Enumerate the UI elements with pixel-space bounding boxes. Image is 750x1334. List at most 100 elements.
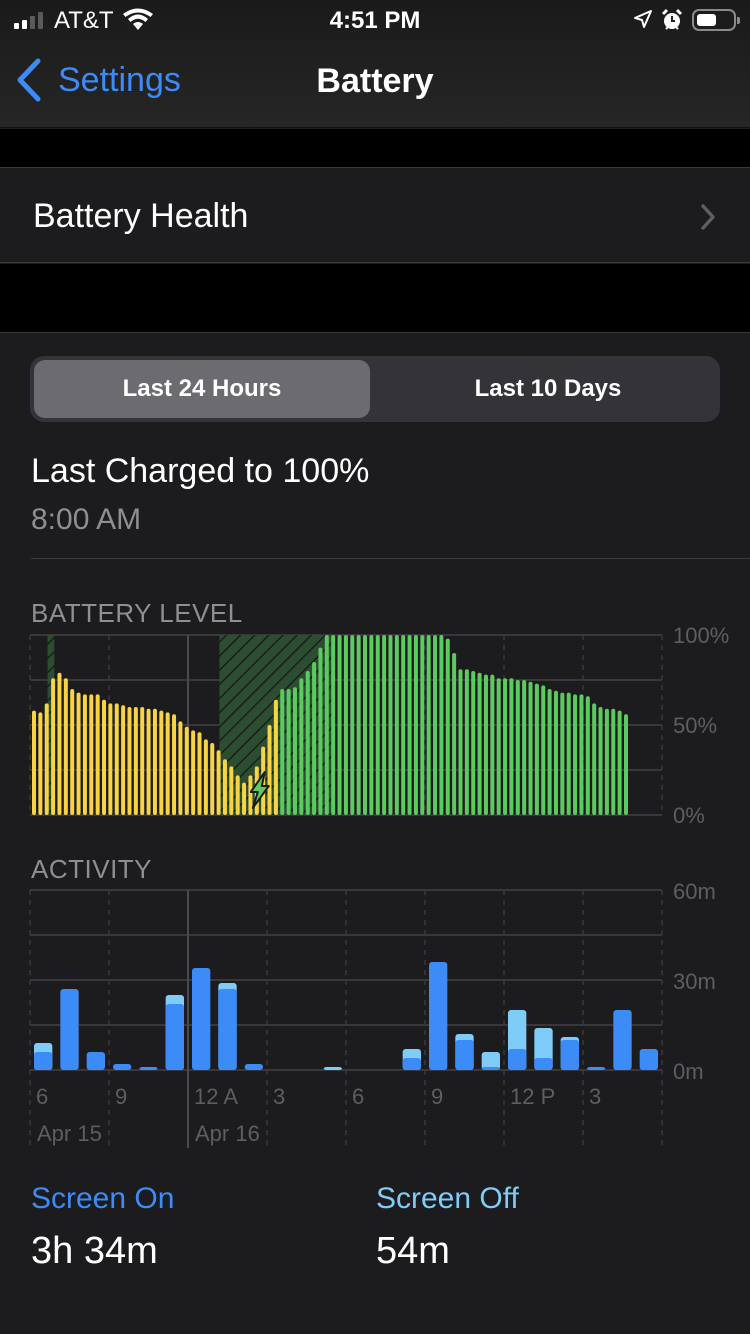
battery-bar — [458, 669, 463, 815]
battery-bar — [553, 690, 558, 815]
battery-bar — [534, 683, 539, 815]
screen-on-bar — [587, 1067, 606, 1070]
battery-bar — [292, 687, 297, 815]
date-label: Apr 15 — [37, 1121, 102, 1146]
battery-bar — [611, 708, 616, 815]
battery-bar — [235, 775, 240, 815]
screen-on-bar — [534, 1058, 553, 1070]
battery-bar — [401, 635, 406, 815]
location-icon — [634, 10, 652, 28]
battery-bar — [133, 707, 138, 815]
screen-on-bar — [402, 1058, 421, 1070]
screen-on-bar — [560, 1040, 579, 1070]
battery-bar — [624, 714, 628, 815]
battery-bar — [184, 726, 189, 815]
x-tick-label: 12 A — [194, 1084, 238, 1109]
screen-on-value: 3h 34m — [31, 1230, 158, 1272]
battery-bar — [140, 707, 145, 815]
battery-bar — [146, 708, 151, 815]
battery-bar — [343, 635, 348, 815]
battery-bar — [102, 699, 107, 815]
screen-on-bar — [86, 1052, 105, 1070]
battery-bar — [592, 703, 597, 815]
battery-bar — [191, 730, 196, 815]
screen-on-bar — [139, 1067, 158, 1070]
battery-bar — [38, 712, 43, 815]
y-tick-label: 0% — [673, 803, 705, 828]
battery-bar — [585, 696, 590, 815]
battery-bar — [216, 750, 221, 815]
battery-bar — [350, 635, 355, 815]
section-spacer — [0, 129, 750, 167]
battery-bar — [286, 689, 291, 815]
battery-bar — [388, 635, 393, 815]
battery-bar — [152, 708, 157, 815]
battery-bar — [426, 635, 431, 815]
battery-bar — [604, 708, 609, 815]
battery-bar — [203, 739, 208, 815]
x-tick-label: 3 — [273, 1084, 285, 1109]
battery-bar — [248, 775, 253, 815]
screen-on-bar — [455, 1040, 474, 1070]
battery-bar — [159, 710, 164, 815]
battery-bar — [127, 707, 132, 815]
y-tick-label: 100% — [673, 623, 730, 648]
battery-bar — [566, 692, 571, 815]
battery-bar — [82, 694, 87, 815]
battery-bar — [324, 635, 329, 815]
battery-bar — [452, 653, 457, 815]
battery-bar — [305, 671, 310, 815]
battery-bar — [573, 694, 578, 815]
battery-bar — [356, 635, 361, 815]
battery-bar — [528, 681, 533, 815]
battery-bar — [312, 662, 317, 815]
battery-bar — [579, 694, 584, 815]
battery-bar — [471, 671, 476, 815]
battery-bar — [70, 689, 75, 815]
battery-bar — [382, 635, 387, 815]
tab-last-24-hours[interactable]: Last 24 Hours — [34, 360, 370, 418]
battery-bar — [464, 669, 469, 815]
screen-on-bar — [165, 1004, 184, 1070]
tab-last-10-days[interactable]: Last 10 Days — [380, 360, 716, 418]
battery-bar — [483, 674, 488, 815]
battery-bar — [57, 672, 62, 815]
battery-bar — [617, 710, 622, 815]
battery-bar — [76, 692, 81, 815]
battery-health-row[interactable]: Battery Health — [0, 167, 750, 263]
battery-bar — [439, 635, 444, 815]
battery-level-chart — [29, 634, 663, 816]
battery-bar — [541, 685, 546, 815]
battery-bar — [95, 694, 100, 815]
chevron-right-icon — [701, 204, 715, 230]
screen-on-bar — [218, 989, 237, 1070]
x-tick-label: 3 — [589, 1084, 601, 1109]
battery-bar — [496, 678, 501, 815]
battery-bar — [490, 674, 495, 815]
battery-bar — [114, 703, 119, 815]
battery-bar — [547, 689, 552, 815]
screen-on-bar — [429, 962, 448, 1070]
battery-bar — [178, 721, 183, 815]
screen-off-bar — [323, 1067, 342, 1070]
battery-bar — [299, 678, 304, 815]
battery-bar — [407, 635, 412, 815]
battery-bar — [413, 635, 418, 815]
last-charged-time: 8:00 AM — [31, 503, 142, 536]
section-spacer — [0, 264, 750, 333]
battery-bar — [375, 635, 380, 815]
screen-on-bar — [60, 989, 79, 1070]
page-title: Battery — [316, 62, 434, 100]
battery-bar — [229, 766, 234, 815]
screen-on-bar — [34, 1052, 53, 1070]
x-tick-label: 12 P — [510, 1084, 555, 1109]
screen-on-bar — [113, 1064, 132, 1070]
battery-bar — [210, 743, 215, 815]
battery-bar — [477, 672, 482, 815]
battery-bar — [242, 782, 247, 815]
battery-bar — [598, 707, 603, 815]
battery-bar — [165, 712, 170, 815]
divider — [31, 558, 750, 559]
screen-off-label: Screen Off — [376, 1182, 519, 1215]
battery-bar — [445, 638, 450, 815]
